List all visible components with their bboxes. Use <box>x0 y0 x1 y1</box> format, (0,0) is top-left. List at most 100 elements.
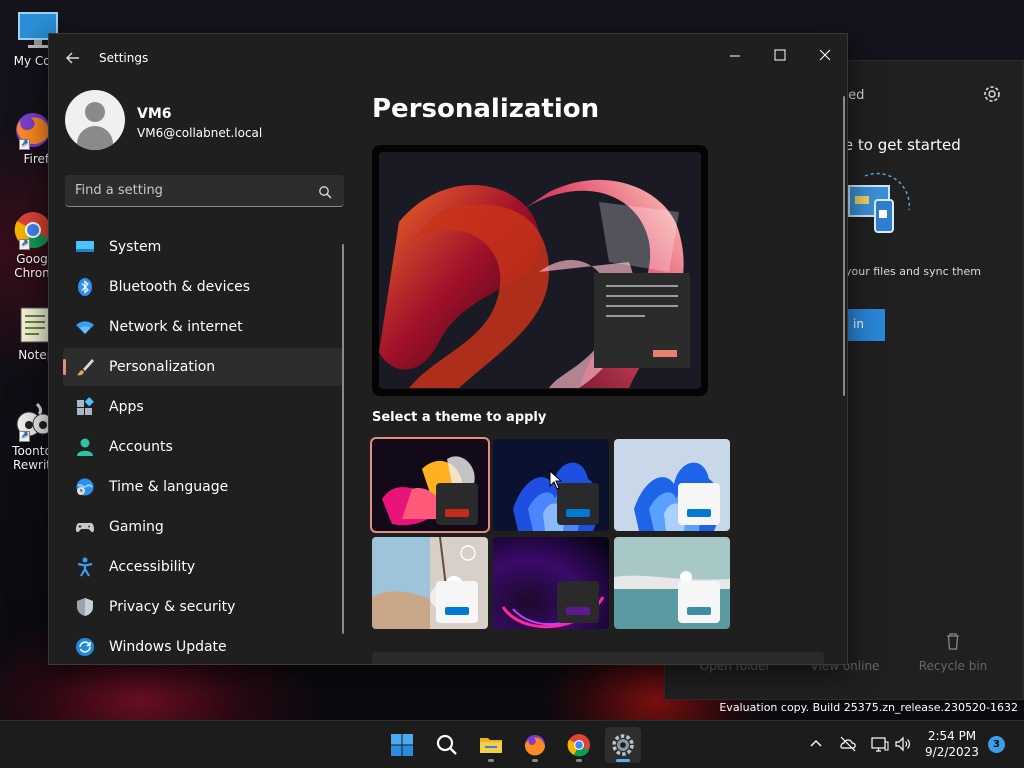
desktop-icon-label: Toonto Rewrit <box>12 444 52 472</box>
nav-label: System <box>109 239 162 255</box>
taskbar-clock[interactable]: 2:54 PM 9/2/2023 <box>920 728 984 760</box>
nav-item-gaming[interactable]: Gaming <box>63 508 343 546</box>
user-name: VM6 <box>137 106 172 122</box>
running-indicator <box>488 759 494 762</box>
taskbar-search-button[interactable] <box>429 727 465 763</box>
theme-tile[interactable] <box>370 437 490 533</box>
accounts-icon <box>75 437 95 457</box>
search-box <box>65 175 344 207</box>
start-button[interactable] <box>384 727 420 763</box>
settings-icon <box>612 734 634 756</box>
devices-illustration-icon <box>845 166 915 256</box>
trash-icon <box>908 629 998 659</box>
nav-item-accounts[interactable]: Accounts <box>63 428 343 466</box>
recycle-bin-label: Recycle bin <box>918 659 988 673</box>
window-title: Settings <box>99 51 149 65</box>
back-button[interactable] <box>59 47 87 69</box>
search-input[interactable] <box>65 175 310 205</box>
notepad-icon <box>9 304 51 346</box>
running-indicator <box>576 759 582 762</box>
desktop-icon-label: Goog Chron <box>14 252 50 280</box>
theme-preview-card <box>557 581 599 623</box>
nav-label: Privacy & security <box>109 599 236 615</box>
settings-taskbar-button[interactable] <box>605 727 641 763</box>
avatar <box>65 90 125 150</box>
theme-preview-card <box>436 483 478 525</box>
firefox-icon: ↗ <box>9 108 51 150</box>
chrome-taskbar-button[interactable] <box>561 727 597 763</box>
minimize-icon <box>730 55 740 57</box>
chrome-icon: ↗ <box>9 208 51 250</box>
nav-item-network[interactable]: Network & internet <box>63 308 343 346</box>
recycle-bin-button[interactable]: Recycle bin <box>908 629 998 673</box>
network-tray-button[interactable] <box>871 735 889 753</box>
close-button[interactable] <box>802 40 847 70</box>
maximize-button[interactable] <box>757 40 803 70</box>
show-hidden-icons-button[interactable] <box>807 735 825 753</box>
bluetooth-icon <box>75 277 95 297</box>
minimize-button[interactable] <box>712 40 758 70</box>
theme-accent-bar <box>687 509 711 517</box>
arrow-left-icon <box>66 52 79 64</box>
nav-label: Bluetooth & devices <box>109 279 251 295</box>
running-indicator <box>616 759 630 762</box>
nav-item-time-language[interactable]: Time & language <box>63 468 343 506</box>
nav-label: Apps <box>109 399 144 415</box>
theme-accent-bar <box>687 607 711 615</box>
search-icon[interactable] <box>318 184 332 199</box>
nav-item-bluetooth[interactable]: Bluetooth & devices <box>63 268 343 306</box>
content-pane: Personalization Select a theme to apply <box>370 82 847 664</box>
onedrive-tray-button[interactable] <box>839 735 857 753</box>
notification-badge[interactable]: 3 <box>988 736 1005 753</box>
shortcut-arrow-icon: ↗ <box>19 431 30 442</box>
firefox-icon <box>524 735 545 756</box>
avatar-body-icon <box>77 126 113 150</box>
nav-label: Accessibility <box>109 559 196 575</box>
file-explorer-button[interactable] <box>473 727 509 763</box>
shortcut-arrow-icon: ↗ <box>19 239 30 250</box>
settings-window: Settings VM6 VM6@collabnet.local Find a … <box>48 33 848 665</box>
cloud-off-icon <box>840 736 856 752</box>
user-email: VM6@collabnet.local <box>137 126 263 140</box>
theme-tile[interactable] <box>614 537 730 629</box>
start-icon <box>391 734 413 756</box>
theme-preview-card <box>436 581 478 623</box>
nav-label: Time & language <box>109 479 229 495</box>
nav-item-personalization[interactable]: Personalization <box>63 348 343 386</box>
nav-item-accessibility[interactable]: Accessibility <box>63 548 343 586</box>
volume-tray-button[interactable] <box>894 735 912 753</box>
nav-label: Network & internet <box>109 319 243 335</box>
shortcut-arrow-icon: ↗ <box>19 139 30 150</box>
theme-preview-card <box>557 483 599 525</box>
theme-preview-card <box>678 581 720 623</box>
nav-label: Personalization <box>109 359 216 375</box>
themes-label: Select a theme to apply <box>372 410 547 425</box>
theme-tile[interactable] <box>614 439 730 531</box>
avatar-head-icon <box>85 102 105 122</box>
maximize-icon <box>774 49 786 61</box>
nav-item-apps[interactable]: Apps <box>63 388 343 426</box>
firefox-taskbar-button[interactable] <box>517 727 553 763</box>
onedrive-text: your files and sync them <box>845 265 981 278</box>
nav-item-system[interactable]: System <box>63 228 343 266</box>
toontown-icon: ↗ <box>9 400 54 442</box>
nav-scrollbar[interactable] <box>342 244 344 634</box>
gear-icon[interactable] <box>981 83 1003 105</box>
title-bar: Settings <box>49 34 847 82</box>
clock-time: 2:54 PM <box>927 729 977 743</box>
content-scrollbar[interactable] <box>843 96 845 396</box>
theme-tile[interactable] <box>372 537 488 629</box>
nav-label: Accounts <box>109 439 173 455</box>
update-icon <box>75 637 95 657</box>
system-icon <box>75 237 95 257</box>
nav-item-privacy[interactable]: Privacy & security <box>63 588 343 626</box>
theme-accent-bar <box>566 509 590 517</box>
close-icon <box>819 49 831 61</box>
theme-accent-bar <box>566 607 590 615</box>
settings-card[interactable] <box>372 652 824 664</box>
theme-tile[interactable] <box>493 537 609 629</box>
search-icon <box>436 734 457 755</box>
nav-item-windows-update[interactable]: Windows Update <box>63 628 343 664</box>
running-indicator <box>532 759 538 762</box>
time-language-icon <box>75 477 95 497</box>
